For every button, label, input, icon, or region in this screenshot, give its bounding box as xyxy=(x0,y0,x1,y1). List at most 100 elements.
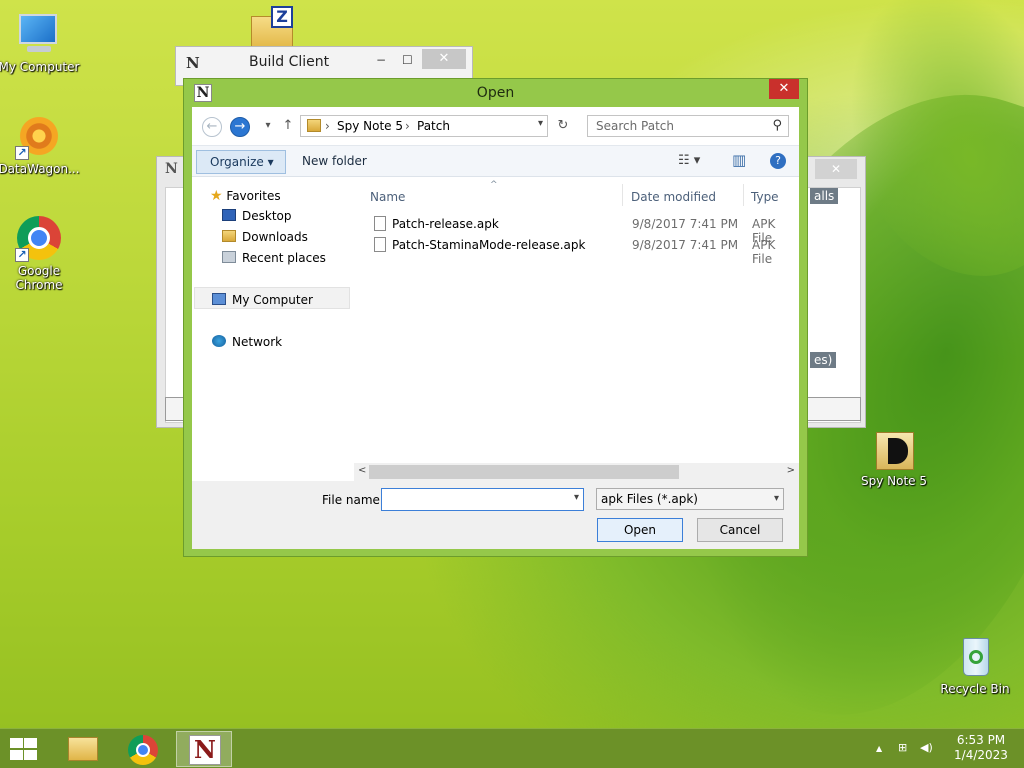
desktop-icon-google-chrome[interactable]: ↗ Google Chrome xyxy=(0,214,81,292)
scrollbar-thumb[interactable] xyxy=(369,465,679,479)
file-type-filter[interactable]: apk Files (*.apk) ▾ xyxy=(596,488,784,510)
column-separator[interactable] xyxy=(743,184,744,206)
computer-icon xyxy=(212,293,226,305)
close-button[interactable]: ✕ xyxy=(815,159,857,179)
nav-desktop[interactable]: Desktop xyxy=(222,209,292,223)
horizontal-scrollbar[interactable]: < > xyxy=(354,463,799,481)
navigation-bar: ← → ▾ ↑ › Spy Note 5 › Patch ▾ ↻ Search … xyxy=(192,107,799,145)
zip-folder-icon: Z xyxy=(247,4,295,52)
open-button[interactable]: Open xyxy=(597,518,683,542)
column-separator[interactable] xyxy=(622,184,623,206)
maximize-button[interactable]: ☐ xyxy=(402,53,413,67)
up-folder-button[interactable]: ↑ xyxy=(278,117,298,137)
column-header-name[interactable]: Name xyxy=(370,190,405,204)
file-row[interactable]: Patch-release.apk 9/8/2017 7:41 PM APK F… xyxy=(362,214,799,245)
desktop-icon-label: Spy Note 5 xyxy=(860,474,927,488)
recycle-bin-icon xyxy=(951,632,999,680)
address-bar[interactable]: › Spy Note 5 › Patch ▾ xyxy=(300,115,548,137)
network-icon xyxy=(212,335,226,347)
clock-date: 1/4/2023 xyxy=(954,748,1008,762)
file-name-input[interactable]: ▾ xyxy=(381,488,584,511)
cancel-button[interactable]: Cancel xyxy=(697,518,783,542)
scroll-right-arrow-icon[interactable]: > xyxy=(787,465,795,476)
shortcut-arrow-icon: ↗ xyxy=(15,248,29,262)
close-button[interactable]: ✕ xyxy=(769,79,799,99)
minimize-button[interactable]: − xyxy=(376,53,386,67)
downloads-folder-icon xyxy=(222,230,236,242)
nav-label: Desktop xyxy=(242,209,292,223)
taskbar-file-explorer[interactable] xyxy=(54,731,110,767)
file-name-label: File name: xyxy=(322,493,384,507)
desktop-icon-label: DataWagon... xyxy=(0,162,80,176)
nav-label: Recent places xyxy=(242,251,326,265)
windows-logo-icon xyxy=(10,738,23,748)
desktop-icon-my-computer[interactable]: My Computer xyxy=(0,10,81,74)
column-header-type[interactable]: Type xyxy=(751,190,779,204)
nav-my-computer[interactable]: My Computer xyxy=(212,293,313,307)
taskbar-spy-note[interactable]: N xyxy=(176,731,232,767)
show-hidden-icons-button[interactable]: ▲ xyxy=(876,744,882,753)
network-icon[interactable]: ⊞ xyxy=(898,741,907,754)
open-file-dialog[interactable]: N Open ✕ ← → ▾ ↑ › Spy Note 5 › Patch ▾ … xyxy=(183,78,808,557)
chevron-down-icon[interactable]: ▾ xyxy=(538,118,543,129)
spy-note-folder-icon xyxy=(870,424,918,472)
breadcrumb-spy-note-5[interactable]: Spy Note 5 xyxy=(337,119,403,133)
scroll-left-arrow-icon[interactable]: < xyxy=(358,465,366,476)
volume-icon[interactable]: ◀) xyxy=(920,741,933,754)
desktop-icon-label: My Computer xyxy=(0,60,80,74)
nav-label: Downloads xyxy=(242,230,308,244)
breadcrumb-separator[interactable]: › xyxy=(405,119,410,133)
desktop-icon-recycle-bin[interactable]: Recycle Bin xyxy=(933,632,1017,696)
nav-network[interactable]: Network xyxy=(212,335,282,349)
star-icon: ★ xyxy=(210,188,223,204)
column-header-date-modified[interactable]: Date modified xyxy=(631,190,716,204)
nav-label: Favorites xyxy=(226,189,281,203)
start-button[interactable] xyxy=(8,737,38,761)
clock-time: 6:53 PM xyxy=(956,733,1006,747)
nav-recent-places[interactable]: Recent places xyxy=(222,251,326,265)
file-name: Patch-release.apk xyxy=(392,217,499,231)
calls-tab[interactable]: alls xyxy=(810,188,839,204)
file-explorer-icon xyxy=(68,737,98,761)
search-placeholder: Search Patch xyxy=(596,119,674,133)
desktop-icon-label: Google Chrome xyxy=(15,264,63,292)
desktop-icon xyxy=(222,209,236,221)
desktop-icon-spy-note[interactable]: Spy Note 5 xyxy=(852,424,936,488)
shortcut-arrow-icon: ↗ xyxy=(15,146,29,160)
app-logo-icon: N xyxy=(165,161,178,177)
system-clock[interactable]: 6:53 PM 1/4/2023 xyxy=(950,733,1012,763)
organize-button[interactable]: Organize ▾ xyxy=(196,150,286,174)
change-view-icon[interactable]: ☷ ▾ xyxy=(678,153,700,168)
back-button[interactable]: ← xyxy=(202,117,222,137)
status-tag: es) xyxy=(810,352,837,368)
chevron-down-icon[interactable]: ▾ xyxy=(774,489,779,509)
recent-locations-dropdown[interactable]: ▾ xyxy=(258,117,278,137)
new-folder-button[interactable]: New folder xyxy=(302,154,367,168)
breadcrumb-separator[interactable]: › xyxy=(325,119,330,133)
window-title: Build Client xyxy=(249,54,330,70)
file-type-filter-value: apk Files (*.apk) xyxy=(601,492,698,506)
nav-downloads[interactable]: Downloads xyxy=(222,230,308,244)
search-input[interactable]: Search Patch ⚲ xyxy=(587,115,789,137)
file-list: ^ Name Date modified Type Patch-release.… xyxy=(362,178,799,463)
file-row[interactable]: Patch-StaminaMode-release.apk 9/8/2017 7… xyxy=(362,235,799,266)
breadcrumb-patch[interactable]: Patch xyxy=(417,119,450,133)
file-date: 9/8/2017 7:41 PM xyxy=(632,217,739,231)
my-computer-icon xyxy=(15,10,63,58)
taskbar-chrome[interactable] xyxy=(115,731,171,767)
chevron-down-icon[interactable]: ▾ xyxy=(574,492,579,503)
spy-note-app-icon: N xyxy=(189,735,221,765)
close-button[interactable]: ✕ xyxy=(422,49,466,69)
dialog-titlebar[interactable]: N Open ✕ xyxy=(184,79,807,107)
preview-pane-icon[interactable]: ▥ xyxy=(732,151,746,169)
app-logo-icon: N xyxy=(186,54,200,72)
refresh-button[interactable]: ↻ xyxy=(552,115,574,137)
forward-button[interactable]: → xyxy=(230,117,250,137)
desktop-icon-datawagon[interactable]: ↗ DataWagon... xyxy=(0,112,81,176)
nav-label: Network xyxy=(232,335,283,349)
nav-favorites[interactable]: ★ Favorites xyxy=(210,188,281,204)
recent-places-icon xyxy=(222,251,236,263)
help-icon[interactable]: ? xyxy=(770,153,786,169)
nav-label: My Computer xyxy=(232,293,313,307)
datawagon-icon: ↗ xyxy=(15,112,63,160)
